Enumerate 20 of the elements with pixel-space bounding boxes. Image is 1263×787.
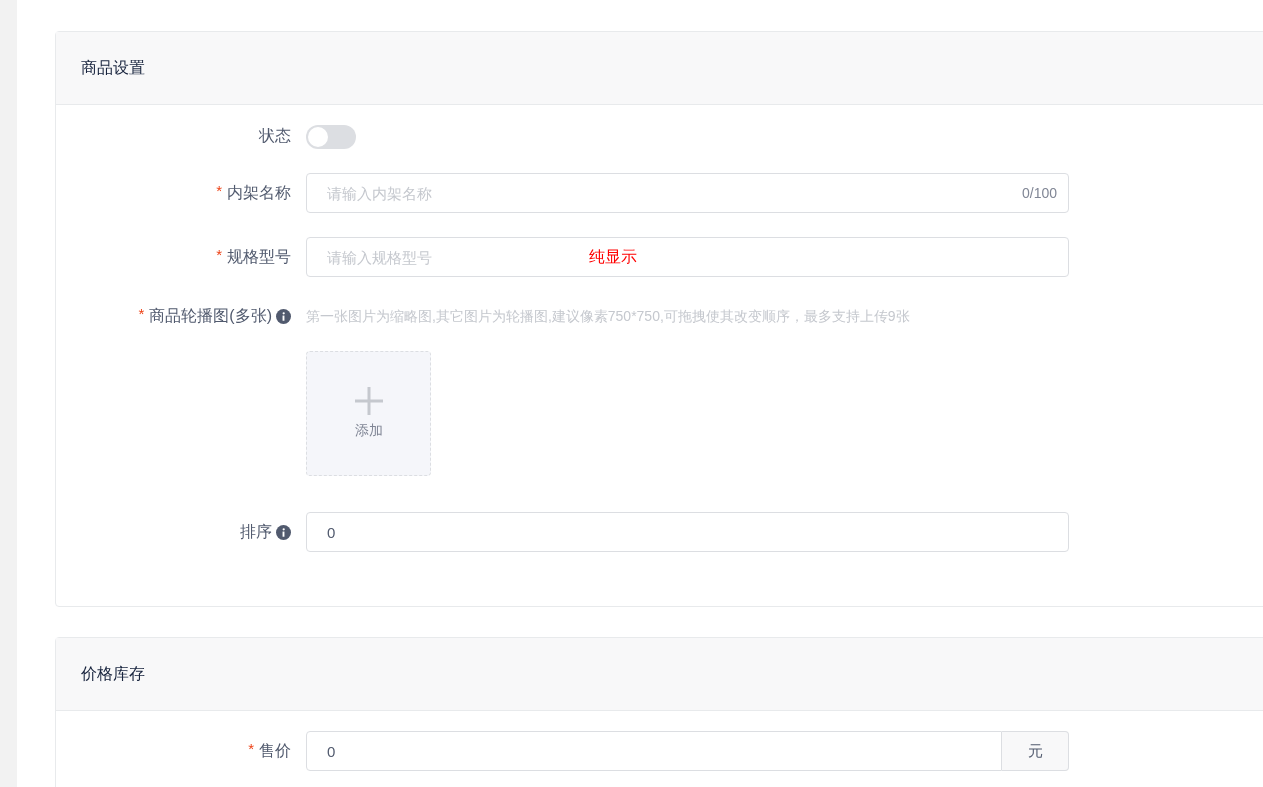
plus-icon	[353, 386, 384, 416]
unit-addon: 元	[1002, 731, 1069, 771]
field-label: 售价	[259, 741, 291, 761]
field-label: 商品轮播图(多张)	[149, 306, 272, 326]
section-title: 价格库存	[81, 664, 145, 684]
required-asterisk: *	[138, 303, 145, 324]
field-label: 内架名称	[227, 183, 291, 203]
text-input[interactable]: 0	[306, 731, 1002, 771]
required-asterisk: *	[216, 180, 222, 201]
field-label: 状态	[259, 126, 291, 146]
status-toggle[interactable]	[306, 125, 356, 149]
add-image-button[interactable]: 添加	[306, 351, 431, 476]
text-input[interactable]: 0	[306, 512, 1069, 552]
required-asterisk: *	[248, 738, 254, 759]
section-title: 商品设置	[81, 58, 145, 78]
field-label: 规格型号	[227, 247, 291, 267]
character-counter: 0/100	[1021, 184, 1057, 203]
field-label: 排序	[240, 522, 272, 542]
annotation-text: 纯显示	[589, 247, 637, 267]
required-asterisk: *	[216, 244, 222, 265]
